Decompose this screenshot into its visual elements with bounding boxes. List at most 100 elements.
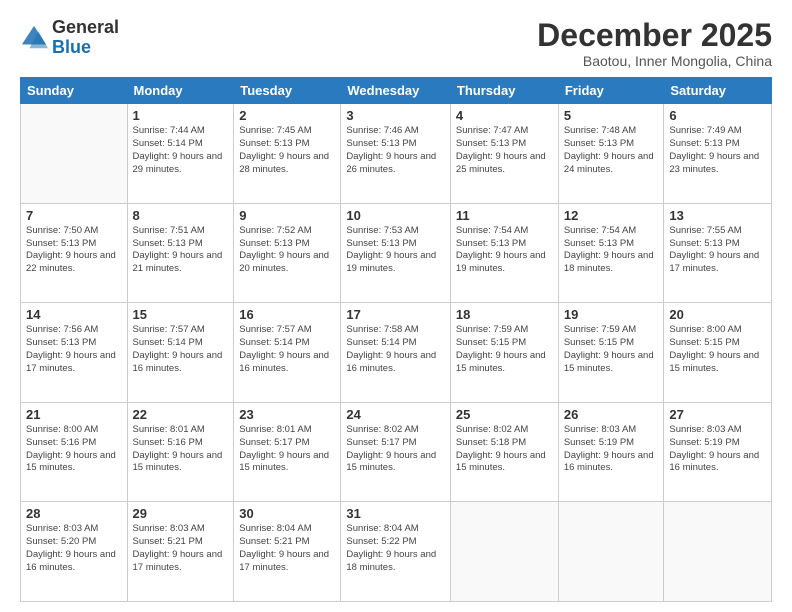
- col-monday: Monday: [127, 78, 234, 104]
- day-number: 21: [26, 407, 122, 422]
- table-row: 16 Sunrise: 7:57 AM Sunset: 5:14 PM Dayli…: [234, 303, 341, 403]
- day-info: Sunrise: 7:54 AM Sunset: 5:13 PM Dayligh…: [564, 225, 659, 276]
- day-info: Sunrise: 8:04 AM Sunset: 5:21 PM Dayligh…: [239, 523, 335, 574]
- day-info: Sunrise: 7:57 AM Sunset: 5:14 PM Dayligh…: [133, 324, 229, 375]
- day-number: 27: [669, 407, 766, 422]
- calendar-table: Sunday Monday Tuesday Wednesday Thursday…: [20, 77, 772, 602]
- table-row: 31 Sunrise: 8:04 AM Sunset: 5:22 PM Dayli…: [341, 502, 451, 602]
- day-number: 14: [26, 307, 122, 322]
- table-row: 11 Sunrise: 7:54 AM Sunset: 5:13 PM Dayli…: [450, 203, 558, 303]
- day-number: 17: [346, 307, 445, 322]
- table-row: 26 Sunrise: 8:03 AM Sunset: 5:19 PM Dayli…: [558, 402, 664, 502]
- day-number: 5: [564, 108, 659, 123]
- table-row: 19 Sunrise: 7:59 AM Sunset: 5:15 PM Dayli…: [558, 303, 664, 403]
- calendar-week-row: 28 Sunrise: 8:03 AM Sunset: 5:20 PM Dayli…: [21, 502, 772, 602]
- logo-general-text: General: [52, 17, 119, 37]
- col-tuesday: Tuesday: [234, 78, 341, 104]
- day-number: 11: [456, 208, 553, 223]
- table-row: 20Sunrise: 8:00 AM Sunset: 5:15 PM Dayli…: [664, 303, 772, 403]
- day-number: 19: [564, 307, 659, 322]
- table-row: 15 Sunrise: 7:57 AM Sunset: 5:14 PM Dayli…: [127, 303, 234, 403]
- table-row: 9 Sunrise: 7:52 AM Sunset: 5:13 PM Daylig…: [234, 203, 341, 303]
- table-row: 8 Sunrise: 7:51 AM Sunset: 5:13 PM Daylig…: [127, 203, 234, 303]
- day-info: Sunrise: 8:01 AM Sunset: 5:16 PM Dayligh…: [133, 424, 229, 475]
- table-row: 17 Sunrise: 7:58 AM Sunset: 5:14 PM Dayli…: [341, 303, 451, 403]
- day-info: Sunrise: 8:04 AM Sunset: 5:22 PM Dayligh…: [346, 523, 445, 574]
- col-friday: Friday: [558, 78, 664, 104]
- day-info: Sunrise: 7:58 AM Sunset: 5:14 PM Dayligh…: [346, 324, 445, 375]
- day-info: Sunrise: 7:50 AM Sunset: 5:13 PM Dayligh…: [26, 225, 122, 276]
- day-info: Sunrise: 7:57 AM Sunset: 5:14 PM Dayligh…: [239, 324, 335, 375]
- day-info: Sunrise: 7:46 AM Sunset: 5:13 PM Dayligh…: [346, 125, 445, 176]
- day-info: Sunrise: 8:03 AM Sunset: 5:19 PM Dayligh…: [564, 424, 659, 475]
- day-info: Sunrise: 7:45 AM Sunset: 5:13 PM Dayligh…: [239, 125, 335, 176]
- table-row: 21Sunrise: 8:00 AM Sunset: 5:16 PM Dayli…: [21, 402, 128, 502]
- header: General Blue December 2025 Baotou, Inner…: [20, 18, 772, 69]
- location-subtitle: Baotou, Inner Mongolia, China: [537, 53, 772, 69]
- table-row: 22 Sunrise: 8:01 AM Sunset: 5:16 PM Dayli…: [127, 402, 234, 502]
- col-sunday: Sunday: [21, 78, 128, 104]
- day-number: 31: [346, 506, 445, 521]
- col-thursday: Thursday: [450, 78, 558, 104]
- day-number: 30: [239, 506, 335, 521]
- day-number: 22: [133, 407, 229, 422]
- day-number: 23: [239, 407, 335, 422]
- day-number: 29: [133, 506, 229, 521]
- day-info: Sunrise: 8:03 AM Sunset: 5:20 PM Dayligh…: [26, 523, 122, 574]
- day-number: 4: [456, 108, 553, 123]
- table-row: 2 Sunrise: 7:45 AM Sunset: 5:13 PM Daylig…: [234, 104, 341, 204]
- calendar-week-row: 1Sunrise: 7:44 AM Sunset: 5:14 PM Daylig…: [21, 104, 772, 204]
- day-info: Sunrise: 7:56 AM Sunset: 5:13 PM Dayligh…: [26, 324, 122, 375]
- table-row: 1Sunrise: 7:44 AM Sunset: 5:14 PM Daylig…: [127, 104, 234, 204]
- day-number: 20: [669, 307, 766, 322]
- table-row: 4 Sunrise: 7:47 AM Sunset: 5:13 PM Daylig…: [450, 104, 558, 204]
- table-row: [21, 104, 128, 204]
- calendar-week-row: 14 Sunrise: 7:56 AM Sunset: 5:13 PM Dayli…: [21, 303, 772, 403]
- day-number: 26: [564, 407, 659, 422]
- table-row: 28 Sunrise: 8:03 AM Sunset: 5:20 PM Dayli…: [21, 502, 128, 602]
- day-number: 7: [26, 208, 122, 223]
- table-row: 7 Sunrise: 7:50 AM Sunset: 5:13 PM Daylig…: [21, 203, 128, 303]
- logo-icon: [20, 24, 48, 52]
- day-number: 2: [239, 108, 335, 123]
- table-row: 3 Sunrise: 7:46 AM Sunset: 5:13 PM Daylig…: [341, 104, 451, 204]
- col-wednesday: Wednesday: [341, 78, 451, 104]
- calendar-header-row: Sunday Monday Tuesday Wednesday Thursday…: [21, 78, 772, 104]
- day-info: Sunrise: 8:03 AM Sunset: 5:21 PM Dayligh…: [133, 523, 229, 574]
- day-number: 10: [346, 208, 445, 223]
- day-info: Sunrise: 7:59 AM Sunset: 5:15 PM Dayligh…: [564, 324, 659, 375]
- day-number: 8: [133, 208, 229, 223]
- day-number: 28: [26, 506, 122, 521]
- table-row: 18 Sunrise: 7:59 AM Sunset: 5:15 PM Dayli…: [450, 303, 558, 403]
- day-info: Sunrise: 7:47 AM Sunset: 5:13 PM Dayligh…: [456, 125, 553, 176]
- day-info: Sunrise: 7:55 AM Sunset: 5:13 PM Dayligh…: [669, 225, 766, 276]
- table-row: [664, 502, 772, 602]
- day-info: Sunrise: 7:44 AM Sunset: 5:14 PM Dayligh…: [133, 125, 229, 176]
- day-number: 16: [239, 307, 335, 322]
- day-info: Sunrise: 7:59 AM Sunset: 5:15 PM Dayligh…: [456, 324, 553, 375]
- logo: General Blue: [20, 18, 119, 58]
- title-block: December 2025 Baotou, Inner Mongolia, Ch…: [537, 18, 772, 69]
- day-number: 18: [456, 307, 553, 322]
- table-row: 6Sunrise: 7:49 AM Sunset: 5:13 PM Daylig…: [664, 104, 772, 204]
- day-info: Sunrise: 8:02 AM Sunset: 5:17 PM Dayligh…: [346, 424, 445, 475]
- day-info: Sunrise: 7:51 AM Sunset: 5:13 PM Dayligh…: [133, 225, 229, 276]
- day-number: 6: [669, 108, 766, 123]
- table-row: 30 Sunrise: 8:04 AM Sunset: 5:21 PM Dayli…: [234, 502, 341, 602]
- col-saturday: Saturday: [664, 78, 772, 104]
- calendar-week-row: 7 Sunrise: 7:50 AM Sunset: 5:13 PM Daylig…: [21, 203, 772, 303]
- day-info: Sunrise: 7:53 AM Sunset: 5:13 PM Dayligh…: [346, 225, 445, 276]
- day-info: Sunrise: 8:03 AM Sunset: 5:19 PM Dayligh…: [669, 424, 766, 475]
- table-row: 29 Sunrise: 8:03 AM Sunset: 5:21 PM Dayli…: [127, 502, 234, 602]
- day-number: 9: [239, 208, 335, 223]
- table-row: [450, 502, 558, 602]
- day-info: Sunrise: 7:54 AM Sunset: 5:13 PM Dayligh…: [456, 225, 553, 276]
- calendar-week-row: 21Sunrise: 8:00 AM Sunset: 5:16 PM Dayli…: [21, 402, 772, 502]
- table-row: 23 Sunrise: 8:01 AM Sunset: 5:17 PM Dayli…: [234, 402, 341, 502]
- day-number: 3: [346, 108, 445, 123]
- logo-blue-text: Blue: [52, 37, 91, 57]
- day-info: Sunrise: 8:01 AM Sunset: 5:17 PM Dayligh…: [239, 424, 335, 475]
- day-number: 12: [564, 208, 659, 223]
- day-info: Sunrise: 7:52 AM Sunset: 5:13 PM Dayligh…: [239, 225, 335, 276]
- day-number: 15: [133, 307, 229, 322]
